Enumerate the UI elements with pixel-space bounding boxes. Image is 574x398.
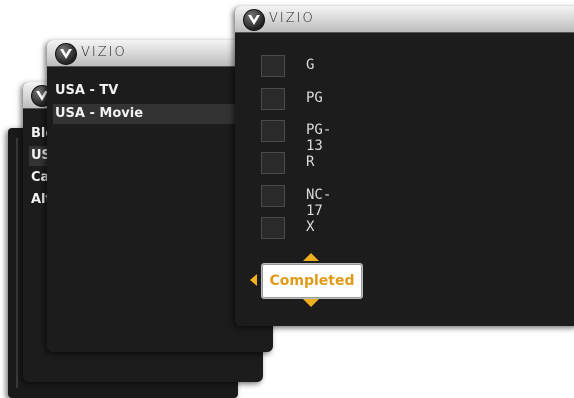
rating-label: PG (306, 90, 323, 106)
rating-label: X (306, 219, 315, 235)
rating-label: R (306, 154, 315, 170)
vizio-logo-icon (55, 43, 77, 65)
up-arrow-icon[interactable] (303, 253, 319, 261)
rating-checkbox[interactable] (261, 152, 285, 174)
rating-checkbox[interactable] (261, 185, 285, 207)
rating-label: G (306, 57, 315, 73)
vizio-logo-icon (243, 9, 265, 31)
rating-checkbox[interactable] (261, 217, 285, 239)
strip-line (16, 138, 18, 388)
left-arrow-icon[interactable] (250, 274, 257, 286)
completed-button[interactable]: Completed (261, 263, 363, 299)
rating-label: NC-17 (306, 187, 332, 219)
rating-label: PG-13 (306, 122, 332, 154)
rating-checkbox[interactable] (261, 55, 285, 77)
brand-label: VIZIO (81, 45, 127, 60)
brand-label: VIZIO (269, 11, 315, 26)
titlebar: VIZIO (235, 6, 574, 33)
rating-checkbox[interactable] (261, 120, 285, 142)
rating-checkbox[interactable] (261, 88, 285, 110)
down-arrow-icon[interactable] (303, 299, 319, 307)
